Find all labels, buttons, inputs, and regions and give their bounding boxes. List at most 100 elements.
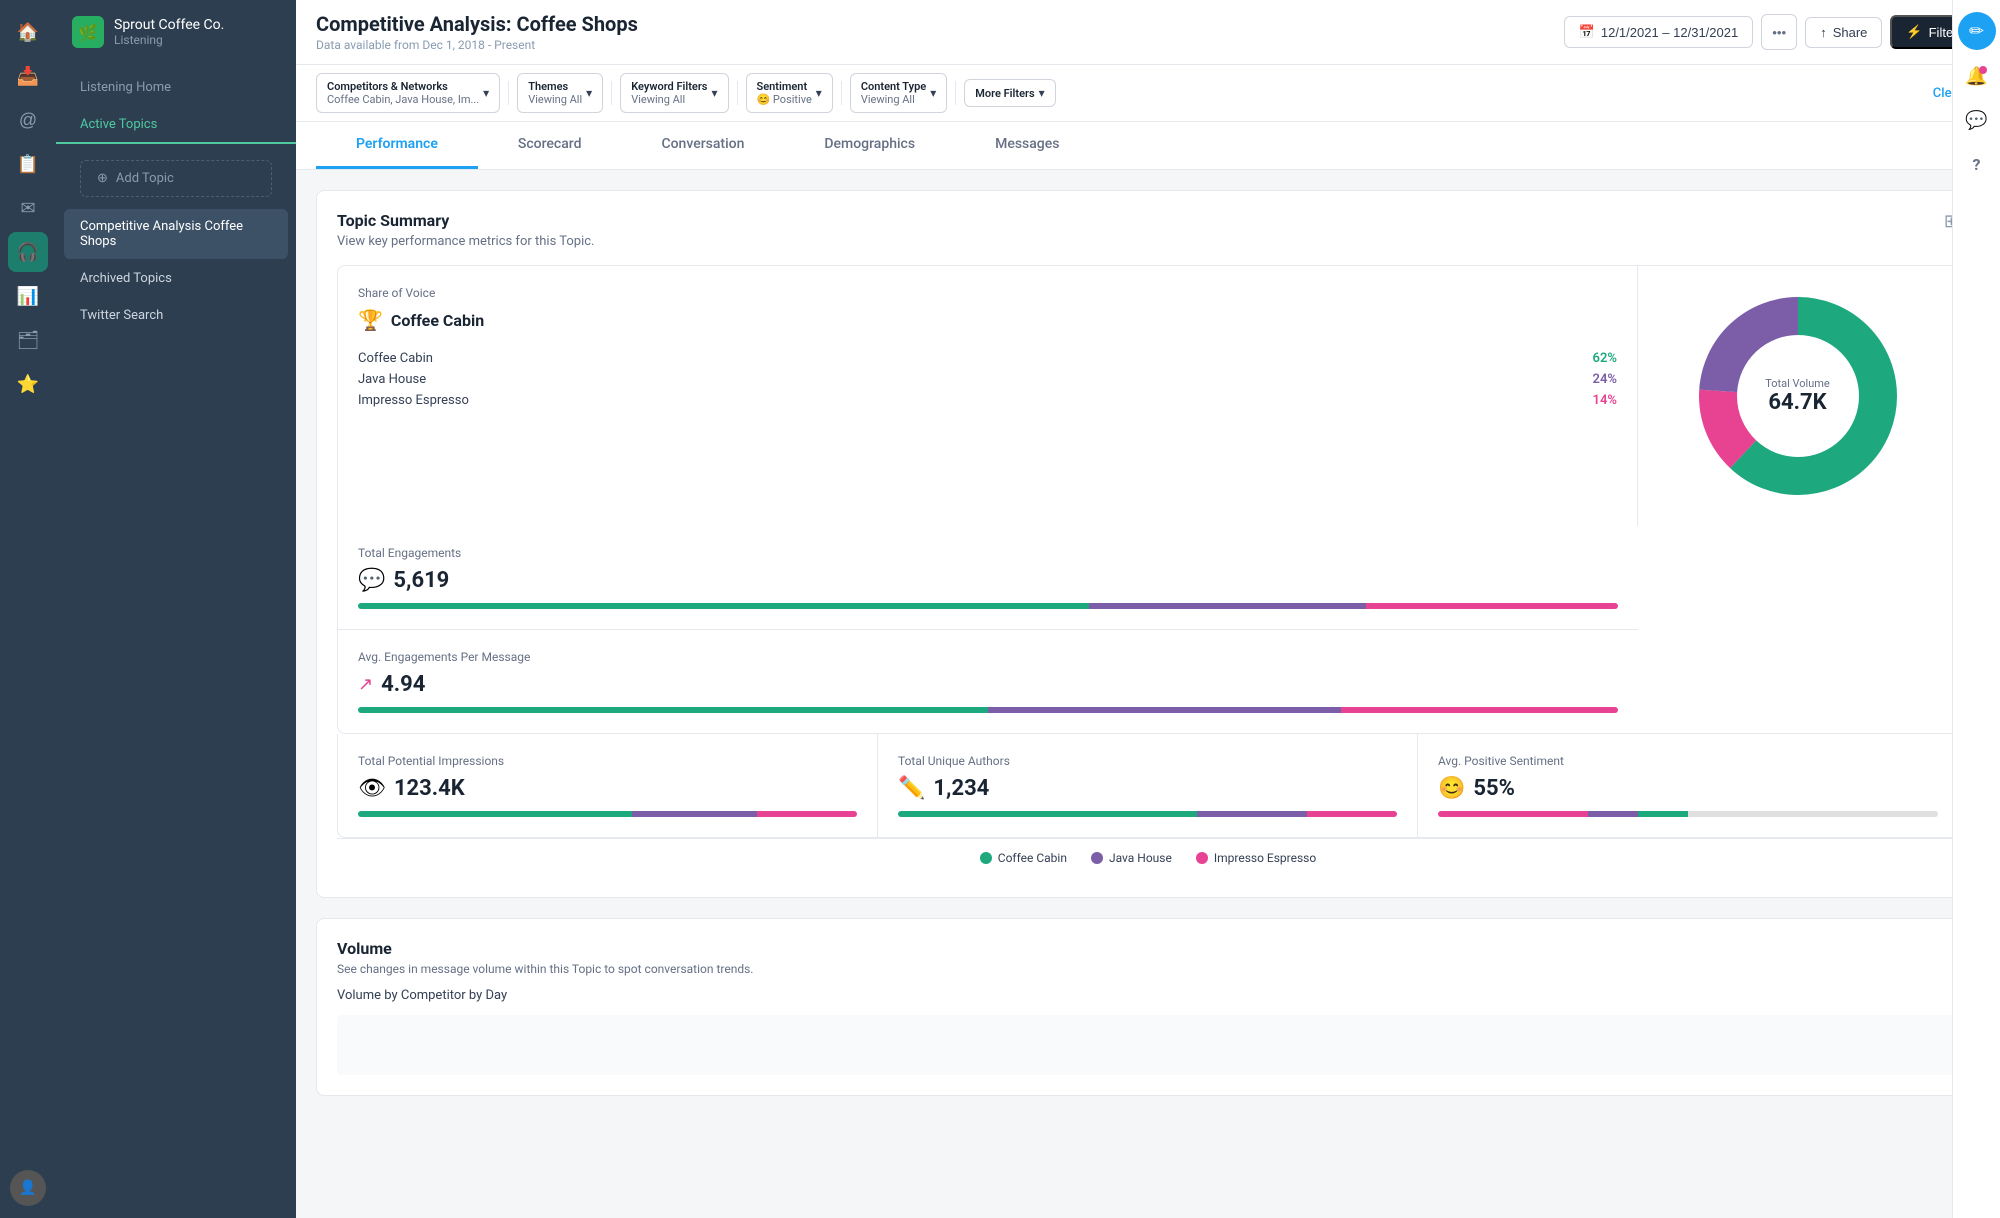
filter-more[interactable]: More Filters ▾ — [964, 79, 1055, 107]
filter-content-type[interactable]: Content Type Viewing All ▾ — [850, 73, 947, 113]
sidebar-item-active-topics[interactable]: Active Topics — [56, 107, 296, 144]
tab-conversation[interactable]: Conversation — [621, 122, 784, 169]
sidebar-topic-competitive-analysis[interactable]: Competitive Analysis Coffee Shops — [64, 209, 288, 259]
mentions-icon[interactable]: @ — [8, 100, 48, 140]
date-range-value: 12/1/2021 – 12/31/2021 — [1601, 25, 1738, 40]
help-button[interactable]: ? — [1959, 146, 1995, 182]
summary-grid: Share of Voice 🏆 Coffee Cabin Coffee Cab… — [337, 265, 1959, 734]
legend-java-house: Java House — [1091, 851, 1172, 865]
sidebar: 🌿 Sprout Coffee Co. Listening Listening … — [56, 0, 296, 1218]
brand-icon: 🌿 — [72, 16, 104, 48]
sov-pct-impresso: 14% — [1593, 393, 1617, 408]
filter-divider-3 — [737, 81, 738, 105]
filter-themes[interactable]: Themes Viewing All ▾ — [517, 73, 603, 113]
notification-wrap: 🔔 — [1959, 58, 1995, 94]
bar-purple-3 — [632, 811, 757, 817]
tab-messages[interactable]: Messages — [955, 122, 1099, 169]
filter-sentiment-label: Sentiment — [757, 80, 812, 93]
filter-divider-1 — [508, 81, 509, 105]
sov-label: Share of Voice — [358, 286, 1617, 300]
sov-winner: 🏆 Coffee Cabin — [358, 308, 1617, 332]
filter-keyword[interactable]: Keyword Filters Viewing All ▾ — [620, 73, 728, 113]
sov-name-coffee-cabin: Coffee Cabin — [358, 351, 433, 366]
sidebar-item-archived-topics[interactable]: Archived Topics — [64, 261, 288, 296]
tab-scorecard[interactable]: Scorecard — [478, 122, 622, 169]
sov-pct-coffee-cabin: 62% — [1593, 351, 1617, 366]
header-actions: 📅 12/1/2021 – 12/31/2021 ••• ↑ Share ⚡ F… — [1564, 14, 1980, 50]
topic-summary-title: Topic Summary — [337, 211, 595, 230]
bar-green-1 — [358, 603, 1089, 609]
tab-bar: Performance Scorecard Conversation Demog… — [296, 122, 2000, 170]
total-engagements-value-row: 💬 5,619 — [358, 568, 1618, 593]
bar-gray-5 — [1688, 811, 1938, 817]
ellipsis-icon: ••• — [1772, 25, 1786, 40]
legend-dot-coffee-cabin — [980, 852, 992, 864]
icon-bar: 🏠 📥 @ 📋 ✉ 🎧 📊 🗂 ⭐ 👤 — [0, 0, 56, 1218]
bar-pink-3 — [757, 811, 857, 817]
positive-sentiment-box: Avg. Positive Sentiment 😊 55% — [1418, 734, 1958, 837]
avg-engagements-value-row: ↗ 4.94 — [358, 672, 1618, 697]
user-avatar[interactable]: 👤 — [10, 1170, 46, 1206]
analytics-icon[interactable]: 📊 — [8, 276, 48, 316]
summary-right: Total Engagements 💬 5,619 Avg — [338, 526, 1638, 733]
volume-chart-placeholder — [337, 1015, 1959, 1075]
tasks-icon[interactable]: 📋 — [8, 144, 48, 184]
compose-fab-button[interactable]: ✏ — [1958, 12, 1996, 50]
add-topic-label: Add Topic — [116, 171, 174, 186]
tasks2-icon[interactable]: 🗂 — [8, 320, 48, 360]
notifications-button[interactable]: 🔔 — [1959, 58, 1995, 94]
chevron-down-icon: ▾ — [483, 86, 489, 100]
bar-green-3 — [358, 811, 632, 817]
chevron-down-icon-3: ▾ — [711, 86, 717, 100]
page-subtitle: Data available from Dec 1, 2018 - Presen… — [316, 38, 638, 52]
filter-competitors[interactable]: Competitors & Networks Coffee Cabin, Jav… — [316, 73, 500, 113]
tab-performance[interactable]: Performance — [316, 122, 478, 169]
donut-total-label: Total Volume — [1765, 377, 1830, 390]
top-header: Competitive Analysis: Coffee Shops Data … — [296, 0, 2000, 65]
filter-competitors-label: Competitors & Networks — [327, 80, 479, 93]
total-impressions-value: 123.4K — [394, 776, 465, 801]
share-button[interactable]: ↑ Share — [1805, 17, 1882, 48]
bar-purple-2 — [988, 707, 1341, 713]
positive-sentiment-value-row: 😊 55% — [1438, 776, 1938, 801]
legend-impresso: Impresso Espresso — [1196, 851, 1316, 865]
legend-coffee-cabin: Coffee Cabin — [980, 851, 1067, 865]
date-range-button[interactable]: 📅 12/1/2021 – 12/31/2021 — [1564, 16, 1754, 48]
notification-badge — [1979, 66, 1987, 74]
messages-button[interactable]: 💬 — [1959, 102, 1995, 138]
topic-name: Competitive Analysis Coffee Shops — [80, 219, 243, 249]
arrow-up-icon: ↗ — [358, 674, 373, 695]
bar-purple-5 — [1588, 811, 1638, 817]
topic-summary-subtitle: View key performance metrics for this To… — [337, 234, 595, 249]
total-engagements-bar — [358, 603, 1618, 609]
unique-authors-bar — [898, 811, 1397, 817]
sidebar-brand: 🌿 Sprout Coffee Co. Listening — [56, 0, 296, 60]
more-options-button[interactable]: ••• — [1761, 14, 1797, 50]
publish-icon[interactable]: ✉ — [8, 188, 48, 228]
chevron-down-icon-2: ▾ — [586, 86, 592, 100]
sidebar-item-twitter-search[interactable]: Twitter Search — [64, 298, 288, 333]
main-content: Competitive Analysis: Coffee Shops Data … — [296, 0, 2000, 1218]
inbox-icon[interactable]: 📥 — [8, 56, 48, 96]
sov-row-java-house: Java House 24% — [358, 369, 1617, 390]
filter-sentiment[interactable]: Sentiment 😊 Positive ▾ — [746, 73, 833, 113]
home-icon[interactable]: 🏠 — [8, 12, 48, 52]
bar-green-2 — [358, 707, 988, 713]
legend-label-java-house: Java House — [1109, 851, 1172, 865]
filter-bar: Competitors & Networks Coffee Cabin, Jav… — [296, 65, 2000, 122]
total-impressions-value-row: 👁 123.4K — [358, 776, 857, 801]
brand-company: Sprout Coffee Co. — [114, 17, 224, 33]
unique-authors-box: Total Unique Authors ✏️ 1,234 — [878, 734, 1418, 837]
star-icon[interactable]: ⭐ — [8, 364, 48, 404]
add-topic-button[interactable]: ⊕ Add Topic — [80, 160, 272, 197]
tab-demographics[interactable]: Demographics — [784, 122, 955, 169]
filter-themes-value: Viewing All — [528, 93, 582, 106]
listening-icon[interactable]: 🎧 — [8, 232, 48, 272]
sidebar-item-listening-home[interactable]: Listening Home — [64, 70, 288, 105]
volume-subtitle: See changes in message volume within thi… — [337, 962, 1959, 976]
avg-engagements-value: 4.94 — [381, 672, 425, 697]
avg-engagements-bar — [358, 707, 1618, 713]
filter-content-type-label: Content Type — [861, 80, 926, 93]
filter-keyword-label: Keyword Filters — [631, 80, 707, 93]
total-engagements-box: Total Engagements 💬 5,619 — [338, 526, 1638, 630]
